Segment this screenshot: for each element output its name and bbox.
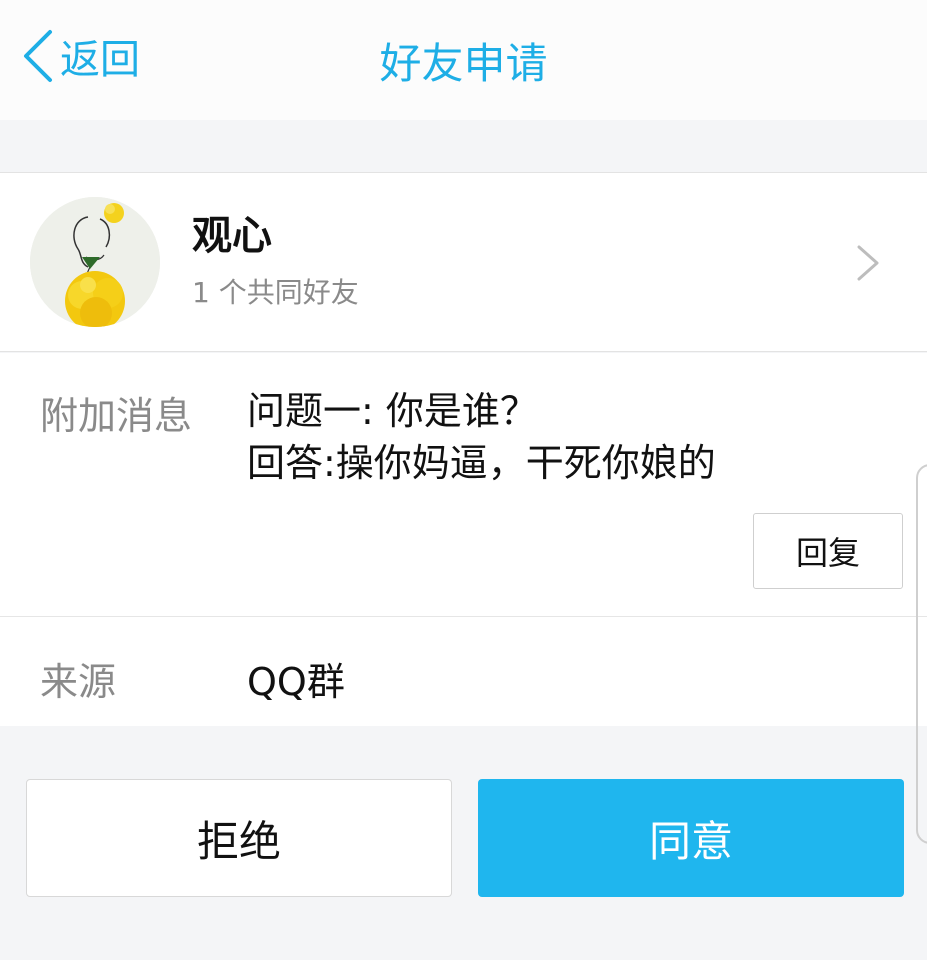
chevron-right-icon [857,245,879,281]
source-label: 来源 [40,660,117,704]
top-nav-bar: 返回 好友申请 [0,0,927,120]
mutual-friends-count: 1 个共同好友 [192,276,359,309]
accept-button[interactable]: 同意 [478,779,904,897]
page-title: 好友申请 [379,39,548,88]
message-text: 问题一: 你是谁？ 回答:操你妈逼，干死你娘的 [247,385,716,489]
divider [0,616,927,617]
avatar [30,197,160,327]
message-line-answer: 回答:操你妈逼，干死你娘的 [247,441,716,485]
message-line-question: 问题一: 你是谁？ [247,389,538,433]
message-label: 附加消息 [40,394,193,438]
source-value: QQ群 [247,660,345,704]
reject-button[interactable]: 拒绝 [26,779,452,897]
request-details: 附加消息 问题一: 你是谁？ 回答:操你妈逼，干死你娘的 回复 来源 QQ群 [0,353,927,726]
reply-button[interactable]: 回复 [753,513,903,589]
edge-panel-handle[interactable] [916,464,927,844]
profile-card[interactable]: 观心 1 个共同好友 [0,172,927,352]
nickname: 观心 [192,213,272,259]
